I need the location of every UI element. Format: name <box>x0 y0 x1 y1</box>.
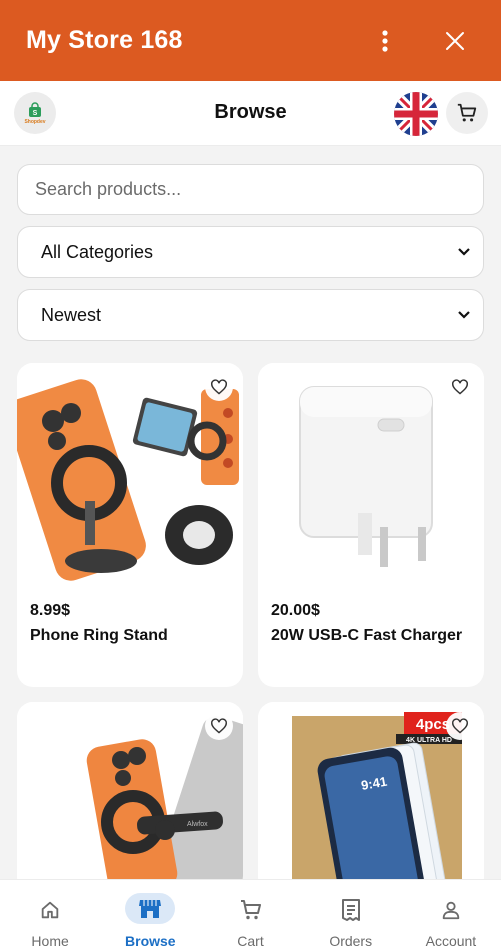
chevron-down-icon <box>458 311 470 319</box>
product-card[interactable]: 4pcs 4K ULTRA HD 9:41 <box>258 702 484 892</box>
product-price: 8.99$ <box>30 602 71 619</box>
favorite-button[interactable] <box>446 712 474 740</box>
store-icon <box>125 893 176 924</box>
category-select-value: All Categories <box>41 241 154 262</box>
nav-label: Orders <box>329 933 373 949</box>
heart-icon <box>452 379 468 395</box>
more-vertical-icon <box>382 29 388 52</box>
nav-item-account[interactable]: Account <box>401 880 501 949</box>
page-header: S Shopdev Browse <box>0 81 501 146</box>
product-price: 20.00$ <box>271 602 320 619</box>
nav-item-home[interactable]: Home <box>0 880 100 949</box>
search-box[interactable] <box>17 164 484 215</box>
sort-select[interactable]: Newest <box>17 289 484 341</box>
nav-label: Cart <box>237 933 264 949</box>
nav-label: Home <box>31 933 69 949</box>
close-icon <box>446 31 464 50</box>
product-name: Phone Ring Stand <box>30 627 168 644</box>
nav-label: Account <box>425 933 477 949</box>
favorite-button[interactable] <box>205 712 233 740</box>
pack-count-badge: 4pcs <box>416 716 450 733</box>
heart-icon <box>452 718 468 734</box>
product-card[interactable]: Alwfox <box>17 702 243 892</box>
app-bar: My Store 168 <box>0 0 501 81</box>
nav-item-orders[interactable]: Orders <box>301 880 401 949</box>
product-card[interactable]: 20.00$ 20W USB-C Fast Charger <box>258 363 484 687</box>
search-input[interactable] <box>35 179 466 200</box>
product-card[interactable]: 8.99$ Phone Ring Stand <box>17 363 243 687</box>
close-button[interactable] <box>435 21 475 61</box>
nav-item-cart[interactable]: Cart <box>200 880 300 949</box>
app-title: My Store 168 <box>26 26 183 54</box>
language-flag-button[interactable] <box>394 92 438 136</box>
favorite-button[interactable] <box>446 373 474 401</box>
sort-select-value: Newest <box>41 304 102 325</box>
category-select[interactable]: All Categories <box>17 226 484 278</box>
bottom-nav: Home Browse Cart Orders Account <box>0 879 501 949</box>
heart-icon <box>211 718 227 734</box>
chevron-down-icon <box>458 248 470 256</box>
header-cart-button[interactable] <box>446 92 488 134</box>
nav-item-browse[interactable]: Browse <box>100 880 200 949</box>
nav-label: Browse <box>125 933 176 949</box>
user-icon <box>440 896 462 923</box>
uk-flag-icon <box>394 92 438 136</box>
home-icon <box>39 896 61 923</box>
cart-icon <box>239 896 263 923</box>
favorite-button[interactable] <box>205 373 233 401</box>
more-options-button[interactable] <box>365 21 405 61</box>
receipt-icon <box>340 896 362 923</box>
heart-icon <box>211 379 227 395</box>
product-name: 20W USB-C Fast Charger <box>271 627 463 644</box>
product-image-text: Alwfox <box>187 821 208 828</box>
cart-icon <box>457 103 477 122</box>
